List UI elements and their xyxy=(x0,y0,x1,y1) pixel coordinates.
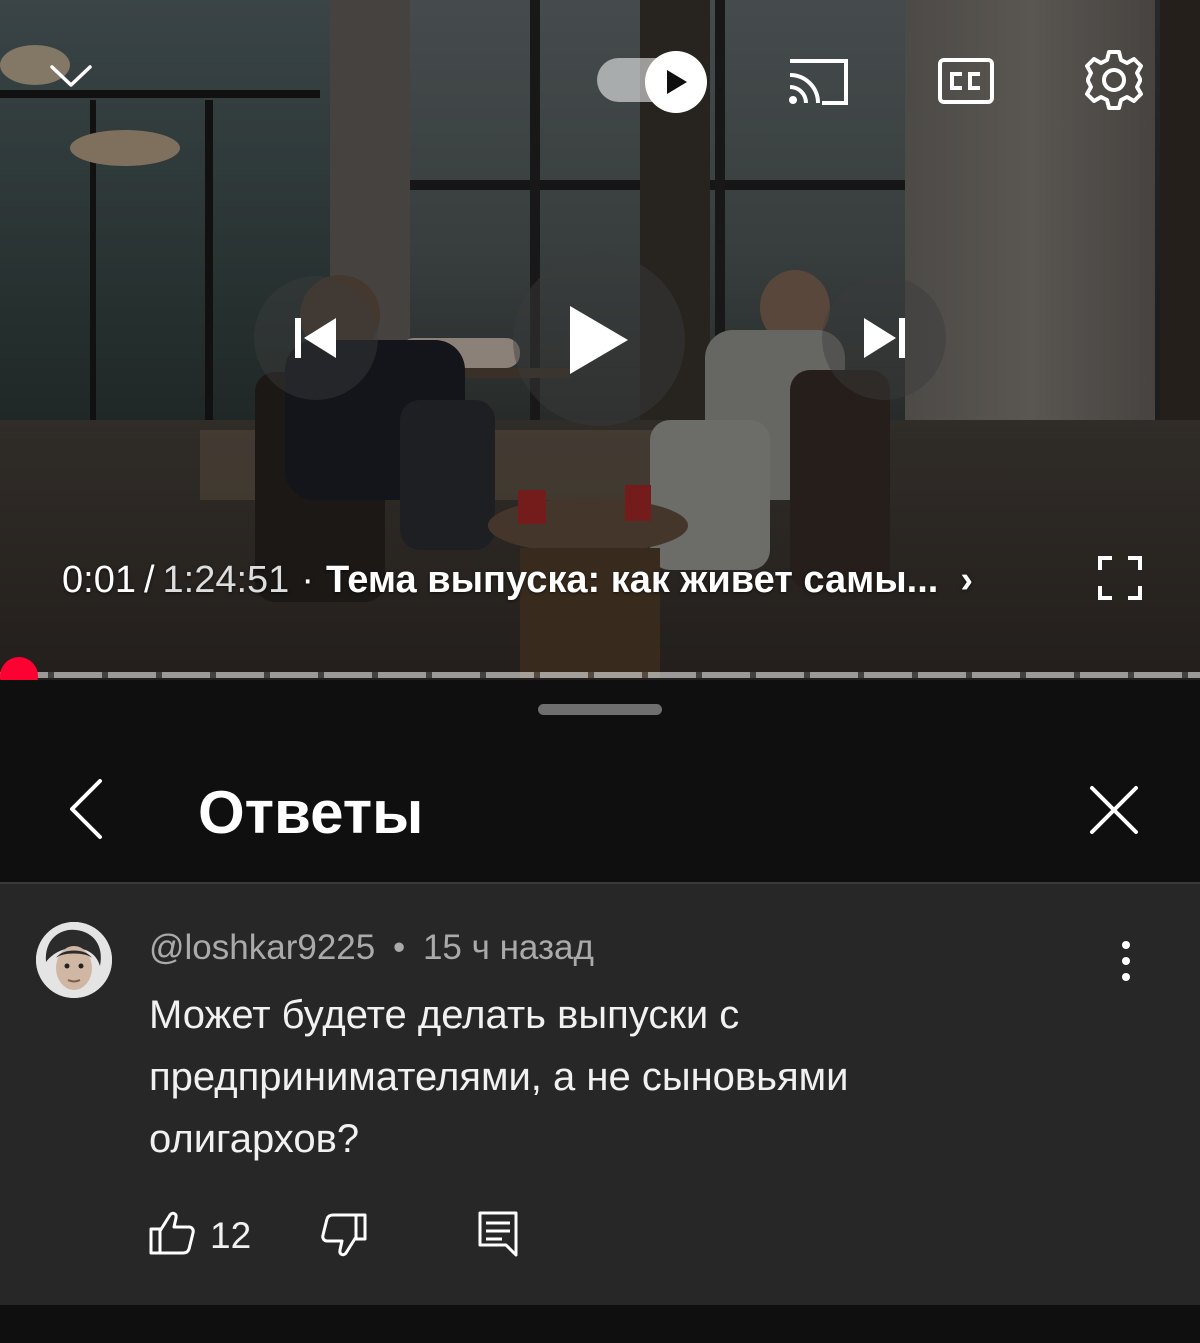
comment-meta: @loshkar9225 • 15 ч назад xyxy=(149,928,594,968)
chapter-dot-separator: · xyxy=(301,558,314,601)
avatar[interactable] xyxy=(36,922,112,998)
more-vertical-icon[interactable] xyxy=(1110,939,1142,983)
bottom-bar xyxy=(0,1306,1200,1343)
time-separator: / xyxy=(143,558,155,601)
comment-author[interactable]: @loshkar9225 xyxy=(149,928,375,967)
video-player[interactable]: 0:01 / 1:24:51 · Тема выпуска: как живет… xyxy=(0,0,1200,680)
play-button[interactable] xyxy=(513,254,685,426)
comment-actions: 12 xyxy=(148,1209,548,1269)
fullscreen-icon[interactable] xyxy=(1098,556,1142,600)
replies-title: Ответы xyxy=(198,779,424,846)
dislike-icon[interactable] xyxy=(320,1211,368,1259)
chapter-title[interactable]: Тема выпуска: как живет самы... xyxy=(326,559,938,602)
next-video-button[interactable] xyxy=(822,276,946,400)
cc-icon[interactable] xyxy=(937,55,995,107)
previous-icon xyxy=(295,318,336,358)
like-icon[interactable] xyxy=(148,1209,196,1257)
close-icon[interactable] xyxy=(1088,784,1140,836)
gear-icon[interactable] xyxy=(1082,48,1146,112)
comment-time: 15 ч назад xyxy=(422,928,594,967)
reply-icon[interactable] xyxy=(474,1209,522,1261)
time-and-chapter-row: 0:01 / 1:24:51 · Тема выпуска: как живет… xyxy=(62,556,1142,604)
comment-text: Может будете делать выпуски с предприним… xyxy=(149,993,849,1161)
current-time: 0:01 xyxy=(62,558,136,601)
back-icon[interactable] xyxy=(62,777,110,841)
minimize-chevron-down-icon[interactable] xyxy=(50,55,92,97)
play-icon xyxy=(570,306,628,374)
parent-comment: @loshkar9225 • 15 ч назад Может будете д… xyxy=(0,882,1200,1305)
progress-bar[interactable] xyxy=(0,672,1200,678)
cast-icon[interactable] xyxy=(786,55,850,107)
replies-header: Ответы xyxy=(0,740,1200,880)
autoplay-play-icon xyxy=(645,51,707,113)
previous-video-button[interactable] xyxy=(254,276,378,400)
chapter-chevron-right-icon[interactable]: › xyxy=(960,559,973,602)
like-count: 12 xyxy=(210,1215,252,1256)
autoplay-toggle[interactable] xyxy=(597,51,709,113)
replies-panel: Ответы @loshkar9225 • 15 ч назад Может б… xyxy=(0,680,1200,1343)
meta-separator: • xyxy=(392,928,406,967)
total-duration: 1:24:51 xyxy=(162,558,290,601)
next-icon xyxy=(864,318,905,358)
drag-handle[interactable] xyxy=(538,704,662,715)
